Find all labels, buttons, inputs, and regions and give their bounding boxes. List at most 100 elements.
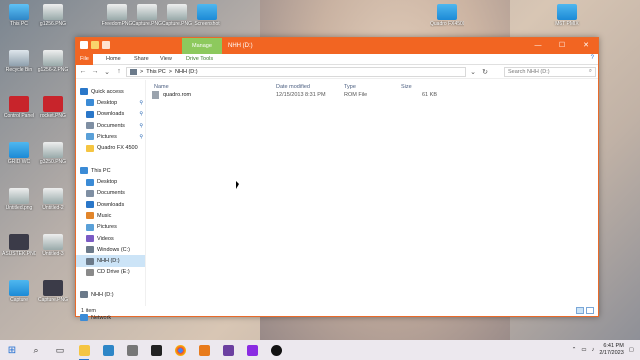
taskbar-chrome[interactable]: [168, 340, 192, 360]
tab-drive-tools[interactable]: Drive Tools: [182, 54, 217, 65]
maximize-button[interactable]: ☐: [550, 38, 574, 54]
breadcrumb-current[interactable]: NHH (D:): [175, 69, 198, 75]
notifications-icon[interactable]: ▢: [629, 347, 634, 353]
taskbar-app-6[interactable]: [192, 340, 216, 360]
back-icon[interactable]: ←: [78, 68, 88, 75]
desktop-icon[interactable]: Capture.PNG: [130, 4, 164, 27]
chevron-up-icon[interactable]: ⌃: [572, 347, 577, 353]
desktop-icon-label: rocket.PNG: [40, 113, 66, 119]
taskbar-app-2[interactable]: [96, 340, 120, 360]
desktop-icon[interactable]: This PC: [2, 4, 36, 27]
desktop-icon[interactable]: Capture.PNG: [160, 4, 194, 27]
app-icon: [102, 344, 114, 356]
download-icon: [86, 110, 94, 118]
refresh-icon[interactable]: ↻: [480, 68, 490, 76]
details-view-icon[interactable]: [576, 307, 584, 314]
desktop-icon[interactable]: Capture: [2, 280, 36, 303]
desktop-icon-label: ASUSTEK.PNG: [2, 251, 36, 257]
desktop-icon[interactable]: Screenshot: [190, 4, 224, 27]
network-icon[interactable]: ▭: [581, 347, 586, 353]
desktop-icon[interactable]: Recycle Bin: [2, 50, 36, 73]
tab-share[interactable]: Share: [130, 54, 153, 65]
nav-item[interactable]: Downloads ⚲: [76, 109, 145, 120]
nav-item[interactable]: Desktop: [76, 176, 145, 187]
desktop-file-icon: [9, 50, 29, 66]
address-dropdown-icon[interactable]: ⌄: [468, 68, 478, 76]
videos-icon: [86, 235, 94, 242]
tab-file[interactable]: File: [76, 54, 93, 65]
clock[interactable]: 6:41 PM 2/17/2023: [599, 343, 623, 357]
column-type[interactable]: Type: [344, 84, 356, 90]
desktop-icon[interactable]: Untitled.png: [2, 188, 36, 211]
desktop-icon: [86, 178, 94, 186]
desktop-icon[interactable]: Quadro FX4500: [430, 4, 464, 27]
address-bar[interactable]: > This PC > NHH (D:): [126, 66, 466, 77]
nav-item[interactable]: Documents ⚲: [76, 120, 145, 131]
desktop-icon[interactable]: g3250.PNG: [36, 142, 70, 165]
desktop-icon[interactable]: g1256-2.PNG: [36, 50, 70, 73]
tab-home[interactable]: Home: [102, 54, 125, 65]
nav-item[interactable]: Desktop ⚲: [76, 97, 145, 108]
nav-item[interactable]: CD Drive (E:): [76, 267, 145, 278]
desktop-icon[interactable]: Capture.PNG: [36, 280, 70, 303]
desktop-icon[interactable]: g1256.PNG: [36, 4, 70, 27]
taskbar-app-8[interactable]: [240, 340, 264, 360]
nav-item[interactable]: Downloads: [76, 199, 145, 210]
file-row[interactable]: quadro.rom 12/15/2013 8:31 PM ROM File 6…: [152, 91, 442, 106]
search-input[interactable]: Search NHH (D:) ⌕: [504, 66, 596, 77]
up-icon[interactable]: ↑: [114, 68, 124, 75]
minimize-button[interactable]: —: [526, 38, 550, 54]
tab-view[interactable]: View: [156, 54, 176, 65]
nav-item[interactable]: Documents: [76, 188, 145, 199]
volume-icon[interactable]: ♪: [592, 347, 595, 353]
forward-icon[interactable]: →: [90, 68, 100, 75]
window-title: NHH (D:): [228, 43, 253, 49]
nav-item[interactable]: NHH (D:): [76, 289, 145, 300]
desktop-icon[interactable]: M6T PMIX: [550, 4, 584, 27]
desktop-icon[interactable]: Untitled-3: [36, 234, 70, 257]
desktop-icon[interactable]: FreedomPNG: [100, 4, 134, 27]
cd-icon: [86, 268, 94, 276]
search-taskbar-button[interactable]: ⌕: [24, 340, 48, 360]
nav-item-label: NHH (D:): [97, 258, 120, 265]
desktop-icon[interactable]: ASUSTEK.PNG: [2, 234, 36, 257]
nav-item[interactable]: Quadro FX 4500: [76, 142, 145, 153]
new-folder-icon[interactable]: [91, 41, 99, 49]
nav-item[interactable]: Music: [76, 210, 145, 221]
nav-item[interactable]: Quick access: [76, 86, 145, 97]
help-icon[interactable]: ?: [591, 55, 594, 61]
nav-item[interactable]: Pictures: [76, 222, 145, 233]
desktop-icon-label: Capture: [10, 297, 28, 303]
nav-item[interactable]: Pictures ⚲: [76, 131, 145, 142]
customize-toolbar-icon[interactable]: [102, 41, 110, 49]
properties-icon[interactable]: [80, 41, 88, 49]
column-name[interactable]: Name: [154, 84, 169, 90]
taskbar-app-4[interactable]: [144, 340, 168, 360]
start-button[interactable]: ⊞: [0, 340, 24, 360]
taskbar-app-9[interactable]: [264, 340, 288, 360]
desktop-icon[interactable]: Untitled-2: [36, 188, 70, 211]
task-view-button[interactable]: ▭: [48, 340, 72, 360]
desktop-icon[interactable]: Control Panel: [2, 96, 36, 119]
nav-item[interactable]: Windows (C:): [76, 244, 145, 255]
taskbar-app-7[interactable]: [216, 340, 240, 360]
nav-item[interactable]: Videos: [76, 233, 145, 244]
nav-item[interactable]: This PC: [76, 165, 145, 176]
desktop-icon[interactable]: GRID WC: [2, 142, 36, 165]
desktop-icon-label: This PC: [10, 21, 28, 27]
recent-locations-icon[interactable]: ⌄: [102, 68, 112, 76]
manage-contextual-tab[interactable]: Manage: [182, 38, 222, 54]
close-button[interactable]: ✕: [574, 38, 598, 54]
large-icons-view-icon[interactable]: [586, 307, 594, 314]
drive-icon: [86, 257, 94, 265]
column-date-modified[interactable]: Date modified: [276, 84, 310, 90]
breadcrumb-this-pc[interactable]: This PC: [146, 69, 166, 75]
nav-item[interactable]: NHH (D:): [76, 255, 145, 267]
drive-icon: [86, 246, 94, 254]
column-size[interactable]: Size: [401, 84, 412, 90]
desktop-icon[interactable]: rocket.PNG: [36, 96, 70, 119]
taskbar-file-explorer[interactable]: [72, 340, 96, 360]
taskbar-app-3[interactable]: [120, 340, 144, 360]
search-placeholder: Search NHH (D:): [508, 68, 550, 75]
